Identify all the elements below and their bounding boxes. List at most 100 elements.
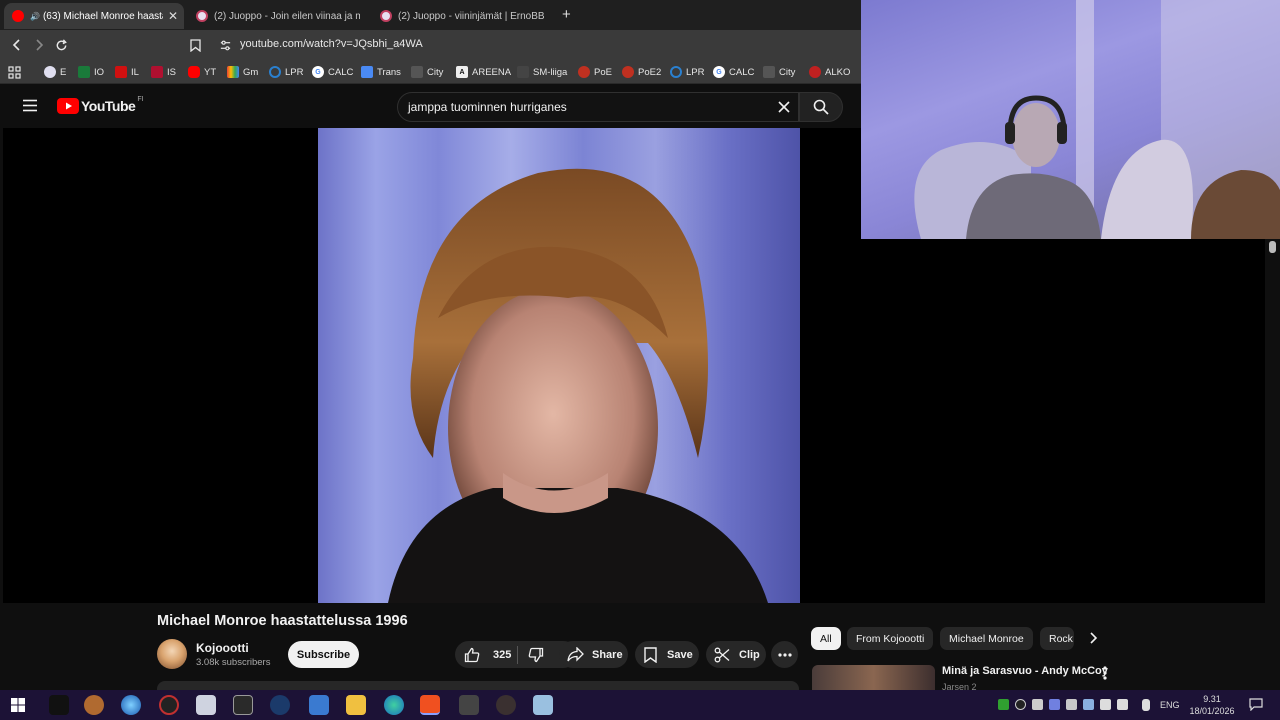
- bookmark-areena[interactable]: A AREENA: [456, 65, 511, 79]
- search-button[interactable]: [799, 92, 843, 122]
- new-tab-button[interactable]: +: [562, 6, 571, 23]
- bookmark-lpr[interactable]: LPR: [269, 65, 303, 79]
- address-bar[interactable]: youtube.com/watch?v=JQsbhi_a4WA: [240, 38, 423, 50]
- share-label: Share: [592, 648, 623, 661]
- more-vertical-icon[interactable]: [1103, 666, 1107, 685]
- description-box[interactable]: [157, 681, 799, 690]
- more-actions-button[interactable]: [771, 641, 798, 668]
- youtube-favicon-icon: [188, 66, 200, 78]
- bookmark-city[interactable]: City: [411, 65, 443, 79]
- tab-title: (63) Michael Monroe haastattelussa 1996 …: [42, 10, 163, 22]
- tray-icon[interactable]: [1032, 699, 1043, 710]
- network-icon[interactable]: [1100, 699, 1111, 710]
- clip-button[interactable]: Clip: [706, 641, 766, 668]
- bookmark-smliiga[interactable]: SM-liiga: [517, 65, 567, 79]
- tab-juoppo-2[interactable]: (2) Juoppo - viininjämät | ErnoBBS: [372, 3, 552, 29]
- edge-icon[interactable]: [384, 695, 404, 715]
- bookmark-lpr-2[interactable]: LPR: [670, 65, 704, 79]
- youtube-logo[interactable]: YouTube FI: [57, 95, 144, 114]
- bookmark-poe[interactable]: PoE: [578, 65, 612, 79]
- clock[interactable]: 9.31 18/01/2026: [1186, 693, 1238, 717]
- bookmark-page-icon[interactable]: [186, 36, 204, 54]
- chip-from-channel[interactable]: From Kojoootti: [847, 627, 934, 650]
- system-tray-icons[interactable]: [998, 699, 1130, 711]
- reload-icon[interactable]: [52, 36, 70, 54]
- tab-juoppo-1[interactable]: (2) Juoppo - Join eilen viinaa ja menin: [188, 3, 368, 29]
- recommended-video-channel[interactable]: Jarsen 2: [942, 682, 977, 690]
- app-icon-8[interactable]: [309, 695, 329, 715]
- save-button[interactable]: Save: [635, 641, 699, 668]
- volume-icon[interactable]: [1117, 699, 1128, 710]
- recommended-video-title[interactable]: Minä ja Sarasvuo - Andy McCoy: [942, 665, 1108, 677]
- forward-icon[interactable]: [30, 36, 48, 54]
- region-code: FI: [137, 95, 144, 103]
- recommended-video-thumbnail[interactable]: [812, 665, 935, 690]
- channel-name[interactable]: Kojoootti: [196, 641, 249, 655]
- bookmark-gm[interactable]: Gm: [227, 65, 258, 79]
- app-icon-14[interactable]: [533, 695, 553, 715]
- epic-games-icon[interactable]: [233, 695, 253, 715]
- forum-favicon-icon: [380, 10, 392, 22]
- chip-rock[interactable]: Rock: [1040, 627, 1074, 650]
- apps-grid-icon[interactable]: [8, 65, 21, 79]
- audio-playing-icon[interactable]: 🔊: [30, 12, 40, 21]
- app-icon-4[interactable]: [159, 695, 179, 715]
- windows-taskbar: ENG 9.31 18/01/2026: [0, 690, 1280, 720]
- channel-avatar[interactable]: [157, 639, 187, 669]
- dislike-button[interactable]: [518, 641, 544, 668]
- bookmark-yt[interactable]: YT: [188, 65, 216, 79]
- tray-icon[interactable]: [1049, 699, 1060, 710]
- smliiga-favicon-icon: [517, 66, 529, 78]
- microphone-icon[interactable]: [1142, 699, 1150, 711]
- bookmark-label: IL: [131, 66, 139, 78]
- app-icon-1[interactable]: [49, 695, 69, 715]
- scrollbar[interactable]: [1266, 239, 1280, 690]
- bookmark-is[interactable]: IS: [151, 65, 176, 79]
- clear-search-icon[interactable]: [778, 100, 790, 118]
- tray-icon[interactable]: [1066, 699, 1077, 710]
- tray-icon[interactable]: [998, 699, 1009, 710]
- menu-icon[interactable]: [23, 99, 37, 117]
- bookmark-io[interactable]: IO: [78, 65, 104, 79]
- windows-start-icon[interactable]: [11, 698, 25, 717]
- app-icon-2[interactable]: [84, 695, 104, 715]
- app-icon-12[interactable]: [459, 695, 479, 715]
- thumbs-down-icon: [528, 647, 544, 662]
- tray-icon[interactable]: [1015, 699, 1026, 710]
- back-icon[interactable]: [8, 36, 26, 54]
- bookmark-alko[interactable]: ALKO: [809, 65, 850, 79]
- chip-michael-monroe[interactable]: Michael Monroe: [940, 627, 1033, 650]
- bookmark-trans[interactable]: Trans: [361, 65, 401, 79]
- tray-icon[interactable]: [1083, 699, 1094, 710]
- youtube-favicon-icon: [12, 10, 24, 22]
- app-icon-3[interactable]: [121, 695, 141, 715]
- youtube-play-icon: [57, 98, 79, 114]
- file-explorer-icon[interactable]: [346, 695, 366, 715]
- app-icon-13[interactable]: [496, 695, 516, 715]
- scrollbar-thumb[interactable]: [1269, 241, 1276, 253]
- notifications-icon[interactable]: [1249, 698, 1263, 716]
- brave-browser-icon[interactable]: [420, 695, 440, 715]
- subscribe-button[interactable]: Subscribe: [288, 641, 359, 668]
- bookmark-e[interactable]: E: [44, 65, 66, 79]
- bookmark-calc-2[interactable]: G CALC: [713, 65, 754, 79]
- chips-next-icon[interactable]: [1086, 631, 1100, 650]
- chip-all[interactable]: All: [811, 627, 841, 650]
- steam-icon[interactable]: [270, 695, 290, 715]
- bookmark-poe2[interactable]: PoE2: [622, 65, 661, 79]
- language-indicator[interactable]: ENG: [1160, 690, 1180, 720]
- bookmark-label: E: [60, 66, 67, 78]
- share-button[interactable]: Share: [559, 641, 628, 668]
- io-favicon-icon: [78, 66, 90, 78]
- tab-title: (2) Juoppo - Join eilen viinaa ja menin: [214, 10, 360, 22]
- search-input[interactable]: jamppa tuominnen hurriganes: [397, 92, 799, 122]
- bookmark-il[interactable]: IL: [115, 65, 139, 79]
- tab-youtube[interactable]: 🔊 (63) Michael Monroe haastattelussa 199…: [4, 3, 184, 29]
- app-icon-5[interactable]: [196, 695, 216, 715]
- like-button[interactable]: 325: [455, 641, 515, 668]
- close-tab-icon[interactable]: ✕: [168, 9, 178, 23]
- bookmark-calc[interactable]: G CALC: [312, 65, 353, 79]
- site-info-icon[interactable]: [216, 36, 234, 54]
- share-icon: [567, 647, 584, 662]
- bookmark-city-2[interactable]: City: [763, 65, 795, 79]
